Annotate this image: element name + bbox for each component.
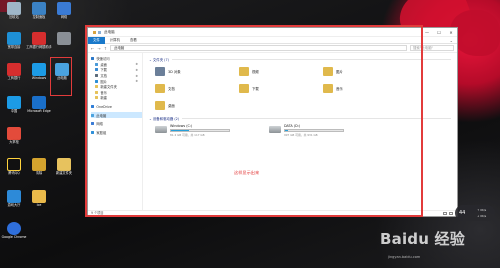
window-controls: — ☐ ✕ bbox=[421, 30, 457, 35]
desktop-icon-chrome[interactable]: Google Chrome bbox=[2, 222, 26, 240]
desktop-icon-partial[interactable] bbox=[52, 32, 76, 46]
widget-value: 44 bbox=[459, 210, 466, 216]
app-icon bbox=[57, 32, 71, 45]
network-speed-widget[interactable]: 44 ↑ 0K/s ↓ 0K/s bbox=[455, 205, 495, 221]
desktop-icon-recycle-bin[interactable]: 回收站 bbox=[2, 2, 26, 20]
qq-icon bbox=[7, 158, 21, 171]
desktop-icon-new-folder[interactable]: 新建文件夹 bbox=[52, 158, 76, 176]
desktop-icon-broadband[interactable]: 宽带连接 bbox=[2, 32, 26, 50]
large-icons-view-icon[interactable] bbox=[449, 212, 453, 215]
upload-speed: ↑ 0K/s bbox=[477, 208, 487, 212]
bank-icon bbox=[32, 32, 46, 45]
control-panel-icon bbox=[32, 2, 46, 15]
windows-icon bbox=[32, 63, 46, 76]
network-icon bbox=[57, 2, 71, 15]
desktop-icon-ice[interactable]: Ice bbox=[27, 190, 51, 208]
details-view-icon[interactable] bbox=[443, 212, 447, 215]
chrome-icon bbox=[7, 222, 21, 235]
broadband-icon bbox=[7, 32, 21, 45]
desktop-icon-clear[interactable]: 清除 bbox=[27, 158, 51, 176]
desktop-icon-game-hall[interactable]: 游戏大厅 bbox=[2, 190, 26, 208]
edge-icon bbox=[32, 96, 46, 109]
watermark-url: jingyan.baidu.com bbox=[388, 255, 421, 259]
maximize-button[interactable]: ☐ bbox=[433, 30, 445, 35]
bank-icon bbox=[7, 63, 21, 76]
folder-icon bbox=[57, 158, 71, 171]
highlight-box-window bbox=[85, 25, 423, 217]
watermark-logo: Baidu 经验 bbox=[380, 230, 465, 248]
view-buttons bbox=[443, 212, 453, 215]
folder-icon bbox=[32, 158, 46, 171]
desktop-icon-icbc-helper[interactable]: 工商银行网银助手 bbox=[26, 32, 52, 50]
close-button[interactable]: ✕ bbox=[445, 30, 457, 35]
desktop-icon-shield[interactable]: 中国 bbox=[2, 96, 26, 114]
app-icon bbox=[7, 127, 21, 140]
desktop-icon-windows[interactable]: Windows bbox=[27, 63, 51, 81]
shield-icon bbox=[7, 96, 21, 109]
desktop: 回收站 宽带连接 工商银行 中国 大掌柜 腾讯QQ 游戏大厅 Google Ch… bbox=[0, 0, 500, 268]
desktop-icon-control-panel[interactable]: 控制面板 bbox=[27, 2, 51, 20]
highlight-box-desktop-icon bbox=[50, 57, 72, 96]
desktop-icon-qq[interactable]: 腾讯QQ bbox=[2, 158, 26, 176]
expand-ribbon-icon[interactable]: ⌄ bbox=[450, 38, 453, 43]
desktop-icon-edge[interactable]: Microsoft Edge bbox=[27, 96, 51, 114]
desktop-icon-dazhanggui[interactable]: 大掌柜 bbox=[2, 127, 26, 145]
folder-icon bbox=[32, 190, 46, 203]
desktop-icon-network[interactable]: 网络 bbox=[52, 2, 76, 20]
game-icon bbox=[7, 190, 21, 203]
desktop-icon-icbc[interactable]: 工商银行 bbox=[2, 63, 26, 81]
recycle-bin-icon bbox=[7, 2, 21, 15]
download-speed: ↓ 0K/s bbox=[477, 214, 487, 218]
